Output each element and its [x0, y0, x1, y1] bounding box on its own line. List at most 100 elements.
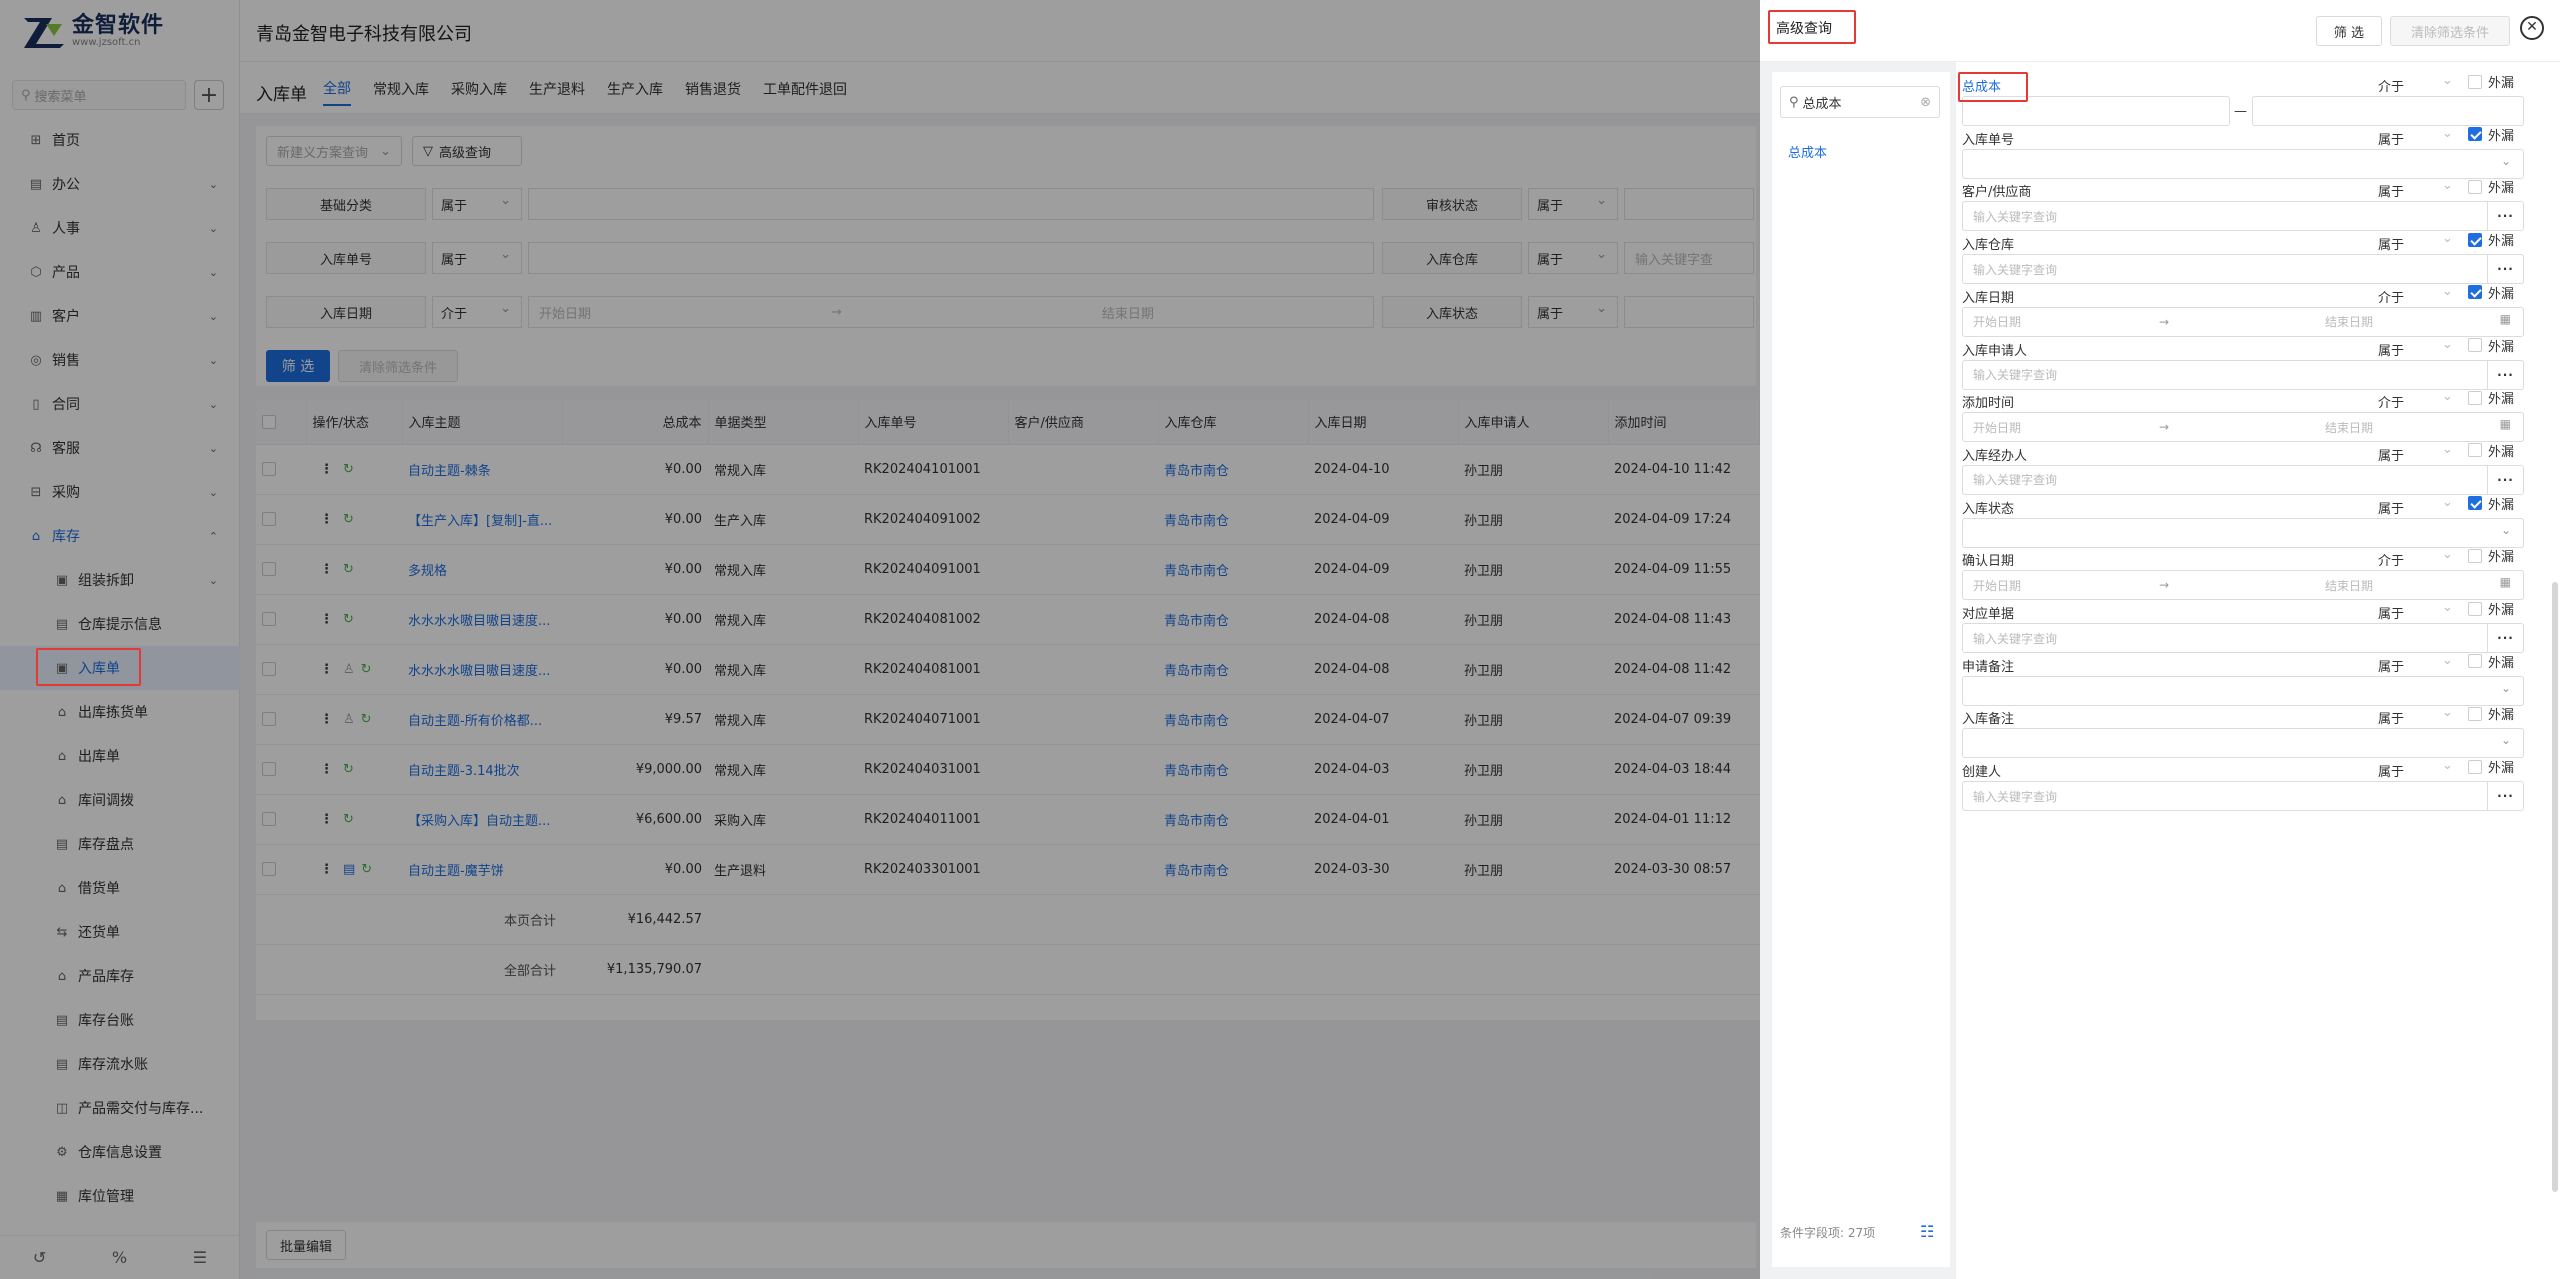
outside-toggle[interactable]: 外漏 — [2468, 704, 2514, 723]
more-options-icon[interactable]: ··· — [2487, 202, 2523, 231]
select-input[interactable]: ⌄ — [1962, 675, 2524, 706]
more-options-icon[interactable]: ··· — [2487, 255, 2523, 284]
date-range-input[interactable]: 开始日期 → 结束日期 ▦ — [1962, 306, 2524, 337]
field-operator[interactable]: 属于 — [2378, 178, 2453, 200]
more-options-icon[interactable]: ··· — [2487, 465, 2523, 494]
field-operator[interactable]: 属于 — [2378, 495, 2453, 517]
keyword-input[interactable]: 输入关键字查询 ··· — [1962, 254, 2524, 285]
outside-checkbox[interactable] — [2468, 74, 2482, 89]
field-operator[interactable]: 属于 — [2378, 126, 2453, 148]
outside-toggle[interactable]: 外漏 — [2468, 177, 2514, 196]
chevron-down-icon: ⌄ — [2500, 680, 2511, 695]
calendar-icon: ▦ — [2499, 575, 2511, 590]
arrow-right-icon: → — [2159, 578, 2170, 593]
condition-field: 入库经办人 属于 外漏 输入关键字查询··· — [1956, 442, 2546, 497]
field-operator[interactable]: 介于 — [2378, 73, 2453, 95]
select-input[interactable]: ⌄ — [1962, 148, 2524, 179]
outside-checkbox[interactable] — [2468, 654, 2482, 669]
field-operator[interactable]: 属于 — [2378, 653, 2453, 675]
field-label: 客户/供应商 — [1962, 185, 2032, 201]
outside-toggle[interactable]: 外漏 — [2468, 336, 2514, 355]
outside-checkbox[interactable] — [2468, 285, 2482, 300]
outside-toggle[interactable]: 外漏 — [2468, 388, 2514, 407]
field-label: 入库申请人 — [1962, 343, 2028, 359]
outside-toggle[interactable]: 外漏 — [2468, 125, 2514, 144]
outside-toggle[interactable]: 外漏 — [2468, 441, 2514, 460]
outside-checkbox[interactable] — [2468, 548, 2482, 563]
more-options-icon[interactable]: ··· — [2487, 782, 2523, 811]
outside-toggle[interactable]: 外漏 — [2468, 652, 2514, 671]
field-operator[interactable]: 属于 — [2378, 600, 2453, 622]
keyword-input[interactable]: 输入关键字查询 ··· — [1962, 623, 2524, 653]
condition-field: 添加时间 介于 外漏 开始日期→结束日期▦ — [1956, 389, 2546, 444]
highlight-box — [1958, 72, 2028, 102]
outside-toggle[interactable]: 外漏 — [2468, 283, 2514, 302]
calendar-icon: ▦ — [2499, 417, 2511, 432]
outside-toggle[interactable]: 外漏 — [2468, 757, 2514, 776]
select-input[interactable]: ⌄ — [1962, 728, 2524, 759]
clear-icon[interactable]: ⊗ — [1920, 95, 1931, 110]
keyword-input[interactable]: 输入关键字查询 ··· — [1962, 464, 2524, 495]
outside-toggle[interactable]: 外漏 — [2468, 230, 2514, 249]
condition-field: 对应单据 属于 外漏 输入关键字查询··· — [1956, 600, 2546, 655]
outside-toggle[interactable]: 外漏 — [2468, 599, 2514, 618]
field-operator[interactable]: 属于 — [2378, 442, 2453, 464]
chevron-down-icon: ⌄ — [2500, 733, 2511, 748]
outside-checkbox[interactable] — [2468, 390, 2482, 405]
outside-checkbox[interactable] — [2468, 759, 2482, 774]
field-label: 创建人 — [1962, 765, 2002, 781]
panel-fields: 总成本 介于 外漏 — 入库单号 属于 外漏 ⌄客户/供应商 属于 外漏 输入关… — [1956, 62, 2560, 1279]
outside-checkbox[interactable] — [2468, 496, 2482, 511]
field-list-item[interactable]: 总成本 — [1788, 142, 1827, 161]
field-label: 确认日期 — [1962, 554, 2015, 570]
keyword-input[interactable]: 输入关键字查询 ··· — [1962, 781, 2524, 812]
more-options-icon[interactable]: ··· — [2487, 624, 2523, 652]
settings-icon[interactable]: ☷ — [1920, 1222, 1934, 1241]
field-label: 入库状态 — [1962, 501, 2015, 517]
condition-field: 入库申请人 属于 外漏 输入关键字查询··· — [1956, 337, 2546, 392]
date-range-input[interactable]: 开始日期 → 结束日期 ▦ — [1962, 412, 2524, 443]
field-operator[interactable]: 属于 — [2378, 231, 2453, 253]
field-search-input[interactable]: ⚲ 总成本 ⊗ — [1780, 86, 1940, 118]
outside-checkbox[interactable] — [2468, 232, 2482, 247]
field-label: 添加时间 — [1962, 396, 2015, 412]
keyword-input[interactable]: 输入关键字查询 ··· — [1962, 201, 2524, 232]
outside-toggle[interactable]: 外漏 — [2468, 546, 2514, 565]
outside-toggle[interactable]: 外漏 — [2468, 494, 2514, 513]
date-range-input[interactable]: 开始日期 → 结束日期 ▦ — [1962, 570, 2524, 601]
outside-checkbox[interactable] — [2468, 127, 2482, 142]
outside-toggle[interactable]: 外漏 — [2468, 72, 2514, 91]
select-input[interactable]: ⌄ — [1962, 517, 2524, 548]
outside-checkbox[interactable] — [2468, 179, 2482, 194]
field-operator[interactable]: 介于 — [2378, 284, 2453, 306]
field-label: 入库备注 — [1962, 712, 2015, 728]
advanced-query-panel: 高级查询 筛 选 清除筛选条件 ✕ ⚲ 总成本 ⊗ 总成本 条件字段项: 27项 ☷… — [1760, 0, 2560, 1279]
condition-field: 入库状态 属于 外漏 ⌄ — [1956, 495, 2546, 550]
panel-filter-button[interactable]: 筛 选 — [2316, 16, 2382, 46]
scrollbar[interactable] — [2552, 582, 2558, 1192]
highlight-box — [36, 648, 141, 686]
field-label: 对应单据 — [1962, 607, 2015, 622]
search-icon: ⚲ — [1789, 94, 1799, 110]
outside-checkbox[interactable] — [2468, 443, 2482, 458]
more-options-icon[interactable]: ··· — [2487, 360, 2523, 389]
calendar-icon: ▦ — [2499, 311, 2511, 326]
keyword-input[interactable]: 输入关键字查询 ··· — [1962, 359, 2524, 390]
panel-field-list: ⚲ 总成本 ⊗ 总成本 条件字段项: 27项 ☷ — [1772, 72, 1950, 1267]
range-max-input[interactable] — [2252, 96, 2524, 126]
outside-checkbox[interactable] — [2468, 601, 2482, 616]
panel-clear-button[interactable]: 清除筛选条件 — [2390, 16, 2510, 46]
field-label: 申请备注 — [1962, 659, 2015, 675]
field-operator[interactable]: 属于 — [2378, 705, 2453, 727]
close-icon[interactable]: ✕ — [2520, 16, 2544, 40]
field-operator[interactable]: 属于 — [2378, 337, 2453, 359]
outside-checkbox[interactable] — [2468, 338, 2482, 352]
condition-field: 入库备注 属于 外漏 ⌄ — [1956, 705, 2546, 760]
modal-overlay[interactable] — [0, 0, 1760, 1279]
field-operator[interactable]: 属于 — [2378, 758, 2453, 780]
field-operator[interactable]: 介于 — [2378, 389, 2453, 411]
condition-field: 申请备注 属于 外漏 ⌄ — [1956, 653, 2546, 708]
condition-field: 入库单号 属于 外漏 ⌄ — [1956, 126, 2546, 181]
outside-checkbox[interactable] — [2468, 706, 2482, 721]
field-operator[interactable]: 介于 — [2378, 547, 2453, 569]
